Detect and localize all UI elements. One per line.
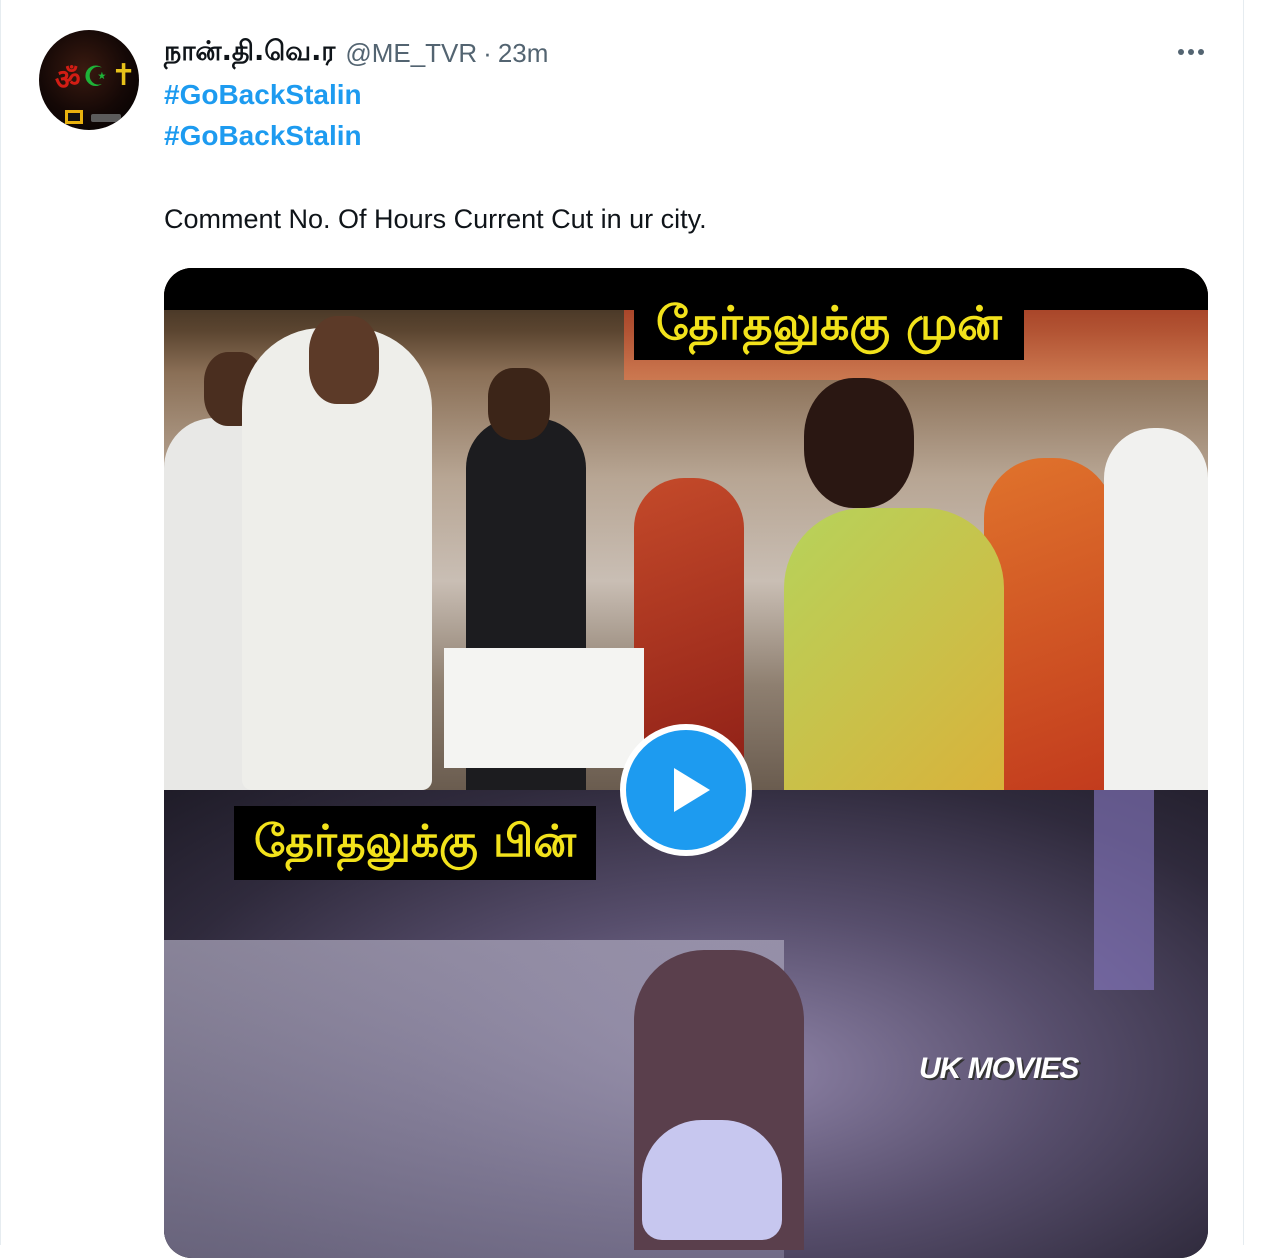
om-symbol-icon: ॐ	[55, 63, 81, 96]
video-watermark: UK MOVIES	[919, 1052, 1079, 1085]
tweet-timestamp[interactable]: 23m	[498, 38, 549, 69]
more-options-button[interactable]	[1169, 32, 1213, 72]
video-frame-top: தேர்தலுக்கு முன்	[164, 268, 1208, 790]
author-display-name[interactable]: நான்.தி.வெ.ர	[164, 36, 335, 71]
play-button[interactable]	[620, 724, 752, 856]
avatar[interactable]: ॐ ☪ ✝	[39, 30, 139, 130]
video-caption-top: தேர்தலுக்கு முன்	[634, 288, 1024, 360]
hashtag-link[interactable]: #GoBackStalin	[164, 79, 362, 111]
tweet-text: Comment No. Of Hours Current Cut in ur c…	[164, 204, 707, 234]
author-handle[interactable]: @ME_TVR	[345, 38, 477, 69]
badge-icon	[65, 110, 83, 124]
video-frame-bottom: தேர்தலுக்கு பின் UK MOVIES	[164, 790, 1208, 1258]
play-icon	[674, 768, 710, 812]
video-caption-bottom: தேர்தலுக்கு பின்	[234, 806, 596, 880]
cross-icon: ✝	[111, 58, 137, 93]
tweet-header: நான்.தி.வெ.ர @ME_TVR · 23m	[164, 36, 548, 70]
crescent-star-icon: ☪	[83, 60, 109, 93]
hashtag-link[interactable]: #GoBackStalin	[164, 120, 362, 152]
more-horizontal-icon	[1178, 49, 1184, 55]
video-player[interactable]: தேர்தலுக்கு முன் தேர்தலுக்கு பின் UK MOV…	[164, 268, 1208, 1258]
tweet-card[interactable]: ॐ ☪ ✝ நான்.தி.வெ.ர @ME_TVR · 23m #GoBack…	[0, 0, 1244, 1258]
separator-dot: ·	[483, 37, 492, 68]
badge-label-icon	[91, 114, 121, 122]
